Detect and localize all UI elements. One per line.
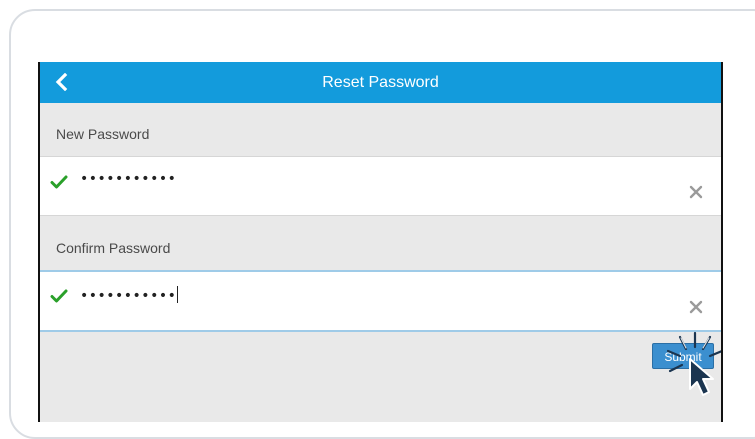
text-caret [177,286,179,303]
close-icon[interactable] [689,185,703,199]
check-icon [50,175,68,189]
app-screen: Reset Password New Password ••••••••••• … [38,62,723,422]
app-header: Reset Password [40,62,721,103]
new-password-label: New Password [56,126,150,142]
submit-button[interactable]: Submit [652,343,714,369]
check-icon [50,289,68,303]
new-password-field[interactable]: ••••••••••• [40,156,721,216]
confirm-password-field[interactable]: ••••••••••• [40,270,721,332]
confirm-password-label: Confirm Password [56,240,171,256]
confirm-password-input[interactable]: ••••••••••• [80,286,179,304]
new-password-input[interactable]: ••••••••••• [80,171,176,187]
confirm-password-value: ••••••••••• [80,288,177,304]
close-icon[interactable] [689,300,703,314]
page-title: Reset Password [322,74,439,91]
